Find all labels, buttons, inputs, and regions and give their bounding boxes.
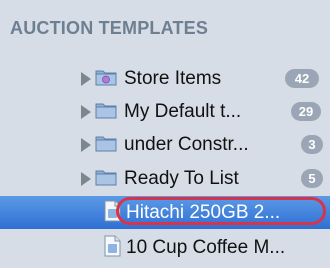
folder-row-ready-to-list[interactable]: Ready To List 5 [0,162,330,195]
disclosure-triangle-icon[interactable] [81,72,91,86]
template-label: 10 Cup Coffee M... [126,237,286,258]
count-badge: 29 [291,102,321,121]
folder-row-under-construction[interactable]: under Constr... 3 [0,128,330,161]
count-badge: 3 [301,135,323,154]
disclosure-triangle-icon[interactable] [81,138,91,152]
folder-label: My Default t... [124,101,242,122]
count-badge: 5 [301,169,323,188]
folder-label: under Constr... [124,134,249,155]
template-row-hitachi[interactable]: Hitachi 250GB 2... [0,196,330,229]
folder-icon [95,103,117,119]
folder-label: Ready To List [124,168,239,189]
document-icon [104,235,121,257]
count-badge: 42 [285,69,319,88]
section-header: AUCTION TEMPLATES [10,18,209,38]
folder-row-store-items[interactable]: Store Items 42 [0,62,330,95]
disclosure-triangle-icon[interactable] [81,105,91,119]
disclosure-triangle-icon[interactable] [81,172,91,186]
folder-row-my-default[interactable]: My Default t... 29 [0,95,330,128]
template-row-coffee[interactable]: 10 Cup Coffee M... [0,231,330,264]
template-label: Hitachi 250GB 2... [126,202,281,223]
folder-icon [95,136,117,152]
store-folder-icon [95,70,117,86]
auction-templates-sidebar: AUCTION TEMPLATES Store Items 42 My Defa… [0,0,330,268]
folder-icon [95,170,117,186]
folder-label: Store Items [124,68,222,89]
